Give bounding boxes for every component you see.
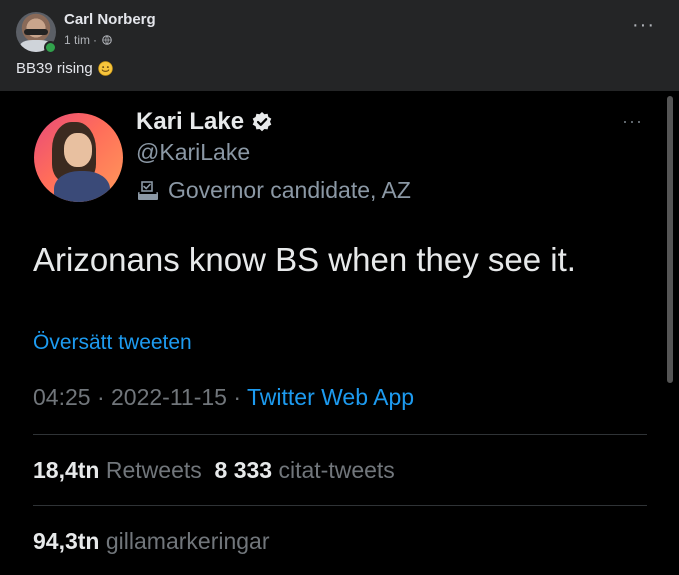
retweets-label: Retweets [105,457,202,483]
tweet-author-handle: @KariLake [136,139,251,165]
verified-badge-icon [252,112,272,132]
meta-sep-1: · [90,384,112,410]
tweet-author-name-text: Kari Lake [136,108,245,135]
tweet-timestamp: 04:25 · 2022-11-15 · Twitter Web App [33,384,414,411]
scrollbar [667,96,673,383]
retweets-count: 18,4tn [33,457,100,483]
smiling-face-emoji-icon [97,61,113,76]
ballot-box-icon [138,180,158,200]
tweet-author-name: Kari Lake [136,108,273,136]
meta-sep-2: · [226,384,247,410]
facebook-post-header: Carl Norberg 1 tim · ··· BB39 rising [0,0,679,91]
tweet-date: 2022-11-15 [111,384,227,410]
post-meta: 1 tim · [64,33,112,47]
tweet-text: Arizonans know BS when they see it. [33,241,576,278]
post-time[interactable]: 1 tim [64,33,90,47]
post-more-options-icon[interactable]: ··· [632,15,655,35]
meta-separator: · [93,33,98,47]
tweet-author-role: Governor candidate, AZ [136,177,411,204]
likes-count: 94,3tn [33,528,100,554]
tweet-source-app: Twitter Web App [247,384,415,410]
likes-label: gillamarkeringar [105,528,270,554]
post-text-content: BB39 rising [16,60,93,77]
tweet-author-role-text: Governor candidate, AZ [168,177,411,203]
tweet-likes-stats: 94,3tn gillamarkeringar [33,528,270,555]
post-text: BB39 rising [16,60,113,77]
author-name[interactable]: Carl Norberg [64,11,156,28]
tweet-time: 04:25 [33,384,91,410]
tweet-author-avatar [34,113,123,202]
online-status-dot [44,41,57,54]
globe-icon [102,35,112,45]
tweet-more-options-icon: ··· [622,111,643,131]
divider [33,434,647,435]
divider [33,505,647,506]
tweet-retweet-stats: 18,4tn Retweets 8 333 citat-tweets [33,457,395,484]
quotes-label: citat-tweets [278,457,395,483]
embedded-tweet-image[interactable]: Kari Lake @KariLake Governor candidate, … [0,91,679,575]
translate-tweet-link: Översätt tweeten [33,331,192,354]
quotes-count: 8 333 [214,457,273,483]
